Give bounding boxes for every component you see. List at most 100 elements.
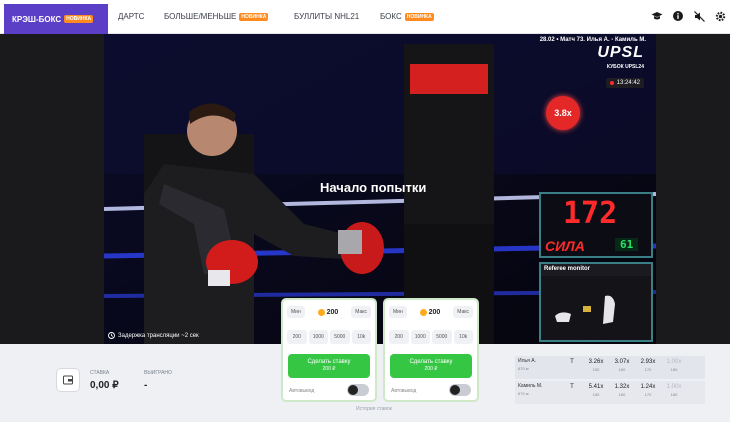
tab-label: БОКС (380, 12, 402, 21)
stake-label: СТАВКА (90, 370, 110, 376)
player-sub: 670 кг (518, 366, 529, 371)
video-stream: 28.02 • Матч 73. Илья А. - Камиль М. UPS… (104, 34, 656, 344)
make-bet-amount: 200 ₽ (322, 366, 336, 372)
wallet-icon (56, 368, 80, 392)
chip-1000[interactable]: 1000 (308, 330, 328, 344)
won-label: ВЫИГРАНО (144, 370, 172, 376)
odds-cell[interactable]: 3.07x 160 (609, 356, 635, 379)
max-button[interactable]: Макс (351, 306, 371, 318)
bet-panel-1: Мин 200 Макс 200 1000 5000 10k Сделать с… (281, 298, 377, 402)
odds-cell[interactable]: 1.00x 180 (661, 356, 687, 379)
player-cell: Илья А. 670 кг (515, 356, 561, 379)
make-bet-button[interactable]: Сделать ставку 200 ₽ (390, 354, 472, 378)
referee-camera-image (541, 276, 651, 340)
new-badge: НОВИНКА (64, 15, 94, 23)
min-button[interactable]: Мин (287, 306, 305, 318)
odds-power: 160 (618, 392, 626, 397)
chip-5000[interactable]: 5000 (432, 330, 452, 344)
tab-crash-box[interactable]: КРЭШ-БОКС НОВИНКА (4, 4, 108, 34)
odds-cell[interactable]: 1.00x 180 (661, 381, 687, 404)
league-logo: UPSL (597, 44, 644, 61)
chip-10k[interactable]: 10k (351, 330, 371, 344)
bet-panel-2: Мин 200 Макс 200 1000 5000 10k Сделать с… (383, 298, 479, 402)
power-meter: 172 СИЛА 61 (539, 192, 653, 258)
marker: Т (570, 384, 574, 390)
odds-power: 180 (670, 392, 678, 397)
bet-amount-value: 200 (428, 308, 441, 316)
new-badge: НОВИНКА (404, 12, 434, 21)
odds-value: 3.26x (588, 359, 604, 365)
new-badge: НОВИНКА (239, 12, 269, 21)
stream-side-right (656, 34, 730, 344)
chip-200[interactable]: 200 (287, 330, 307, 344)
odds-row: Илья А. 670 кг Т 3.26x 150 3.07x 160 2.93x… (515, 356, 705, 379)
odds-value: 1.00x (666, 359, 682, 365)
make-bet-amount: 200 ₽ (424, 366, 438, 372)
chip-5000[interactable]: 5000 (330, 330, 350, 344)
toggle-knob (348, 385, 358, 395)
odds-power: 170 (644, 367, 652, 372)
bet-amount[interactable]: 200 (317, 308, 339, 316)
marker: Т (570, 359, 574, 365)
tab-label: БОЛЬШЕ/МЕНЬШЕ (164, 12, 237, 21)
tab-label: КРЭШ-БОКС (12, 14, 62, 24)
referee-monitor: Referee monitor (539, 262, 653, 342)
odds-power: 150 (592, 367, 600, 372)
live-timer: 13:24:42 (605, 78, 644, 88)
max-button[interactable]: Макс (453, 306, 473, 318)
min-button[interactable]: Мин (389, 306, 407, 318)
stream-delay-text: Задержка трансляции ~2 сек (118, 332, 199, 339)
player-name: Илья А. (518, 358, 536, 364)
make-bet-label: Сделать ставку (307, 359, 351, 365)
marker-cell: Т (561, 381, 583, 404)
odds-cell[interactable]: 3.26x 150 (583, 356, 609, 379)
odds-value: 5.41x (588, 384, 604, 390)
stream-side-left (0, 34, 104, 344)
auto-cashout-label: Автовывод (391, 388, 417, 394)
odds-cell[interactable]: 5.41x 150 (583, 381, 609, 404)
chip-1000[interactable]: 1000 (410, 330, 430, 344)
live-time-value: 13:24:42 (616, 80, 640, 86)
multiplier-badge: 3.8x (546, 96, 580, 130)
power-sub-value: 61 (615, 238, 639, 251)
make-bet-label: Сделать ставку (409, 359, 453, 365)
tab-bullets-nhl[interactable]: БУЛЛИТЫ NHL21 (294, 12, 359, 21)
odds-power: 150 (592, 392, 600, 397)
player-name: Камиль М. (518, 383, 543, 389)
chip-200[interactable]: 200 (389, 330, 409, 344)
tab-darts[interactable]: ДАРТС (118, 12, 144, 21)
auto-cashout-toggle[interactable] (449, 384, 471, 396)
tab-label: БУЛЛИТЫ NHL21 (294, 12, 360, 21)
settings-icon[interactable] (714, 10, 726, 22)
mute-icon[interactable] (693, 10, 705, 22)
odds-value: 2.93x (640, 359, 656, 365)
make-bet-button[interactable]: Сделать ставку 200 ₽ (288, 354, 370, 378)
tab-box[interactable]: БОКС НОВИНКА (380, 12, 434, 21)
tab-more-less[interactable]: БОЛЬШЕ/МЕНЬШЕ НОВИНКА (164, 12, 269, 21)
graduation-cap-icon[interactable] (651, 10, 663, 22)
power-label: СИЛА (545, 238, 585, 254)
odds-cell[interactable]: 2.93x 170 (635, 356, 661, 379)
odds-power: 170 (644, 392, 652, 397)
odds-value: 3.07x (614, 359, 630, 365)
live-dot-icon (609, 81, 614, 85)
toggle-knob (450, 385, 460, 395)
attempt-status: Начало попытки (320, 180, 427, 195)
odds-cell[interactable]: 1.24x 170 (635, 381, 661, 404)
bet-amount-value: 200 (326, 308, 339, 316)
player-cell: Камиль М. 670 кг (515, 381, 561, 404)
odds-row: Камиль М. 670 кг Т 5.41x 150 1.32x 160 1.2… (515, 381, 705, 404)
odds-cell[interactable]: 1.32x 160 (609, 381, 635, 404)
match-info: 28.02 • Матч 73. Илья А. - Камиль М. (539, 37, 646, 43)
bet-amount[interactable]: 200 (419, 308, 441, 316)
top-nav: КРЭШ-БОКС НОВИНКА ДАРТС БОЛЬШЕ/МЕНЬШЕ НО… (0, 0, 730, 34)
odds-power: 180 (670, 367, 678, 372)
chip-10k[interactable]: 10k (453, 330, 473, 344)
power-value: 172 (563, 196, 618, 231)
odds-value: 1.24x (640, 384, 656, 390)
stake-value: 0,00 ₽ (90, 380, 119, 391)
player-sub: 670 кг (518, 391, 529, 396)
info-icon[interactable] (672, 10, 684, 22)
bet-history-link[interactable]: История ставок (356, 406, 392, 412)
auto-cashout-toggle[interactable] (347, 384, 369, 396)
